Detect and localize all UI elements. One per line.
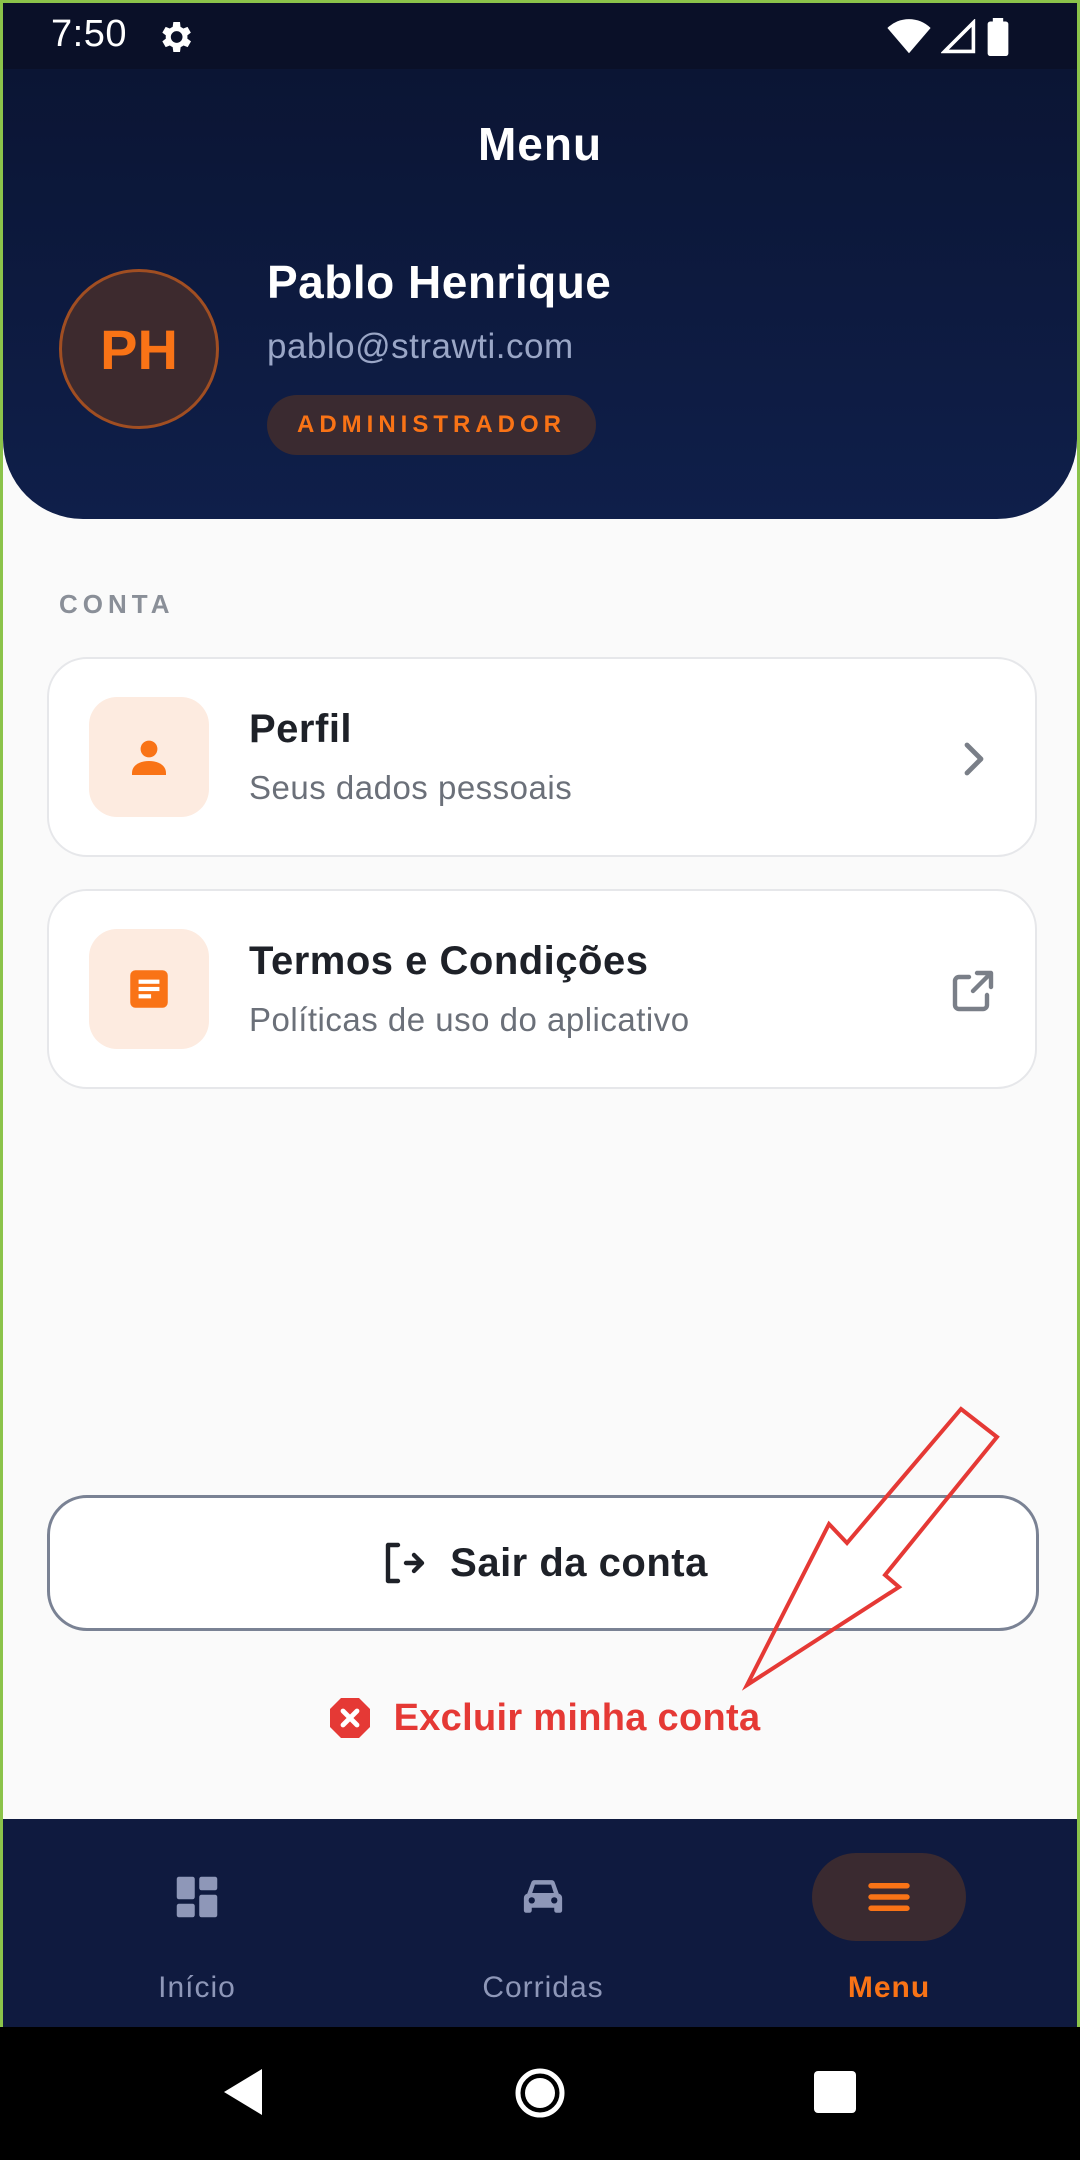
system-navigation-bar <box>0 2027 1080 2160</box>
dashboard-icon <box>120 1853 274 1941</box>
recents-icon[interactable] <box>814 2071 856 2113</box>
nav-item-menu[interactable]: Menu <box>709 1819 1069 2027</box>
car-icon <box>466 1853 620 1941</box>
annotation-arrow-icon <box>741 1406 1000 1691</box>
menu-icon <box>812 1853 966 1941</box>
nav-label: Início <box>158 1971 236 2004</box>
nav-label: Menu <box>847 1971 931 2004</box>
back-icon[interactable] <box>222 2067 266 2117</box>
home-icon[interactable] <box>514 2067 566 2119</box>
nav-item-corridas[interactable]: Corridas <box>363 1819 723 2027</box>
nav-label: Corridas <box>482 1971 604 2004</box>
bottom-navigation: Início Corridas Menu <box>3 1819 1077 2027</box>
nav-item-inicio[interactable]: Início <box>17 1819 377 2027</box>
app-screen: 7:50 Menu PH Pablo Henrique pablo@strawt… <box>0 0 1080 2027</box>
